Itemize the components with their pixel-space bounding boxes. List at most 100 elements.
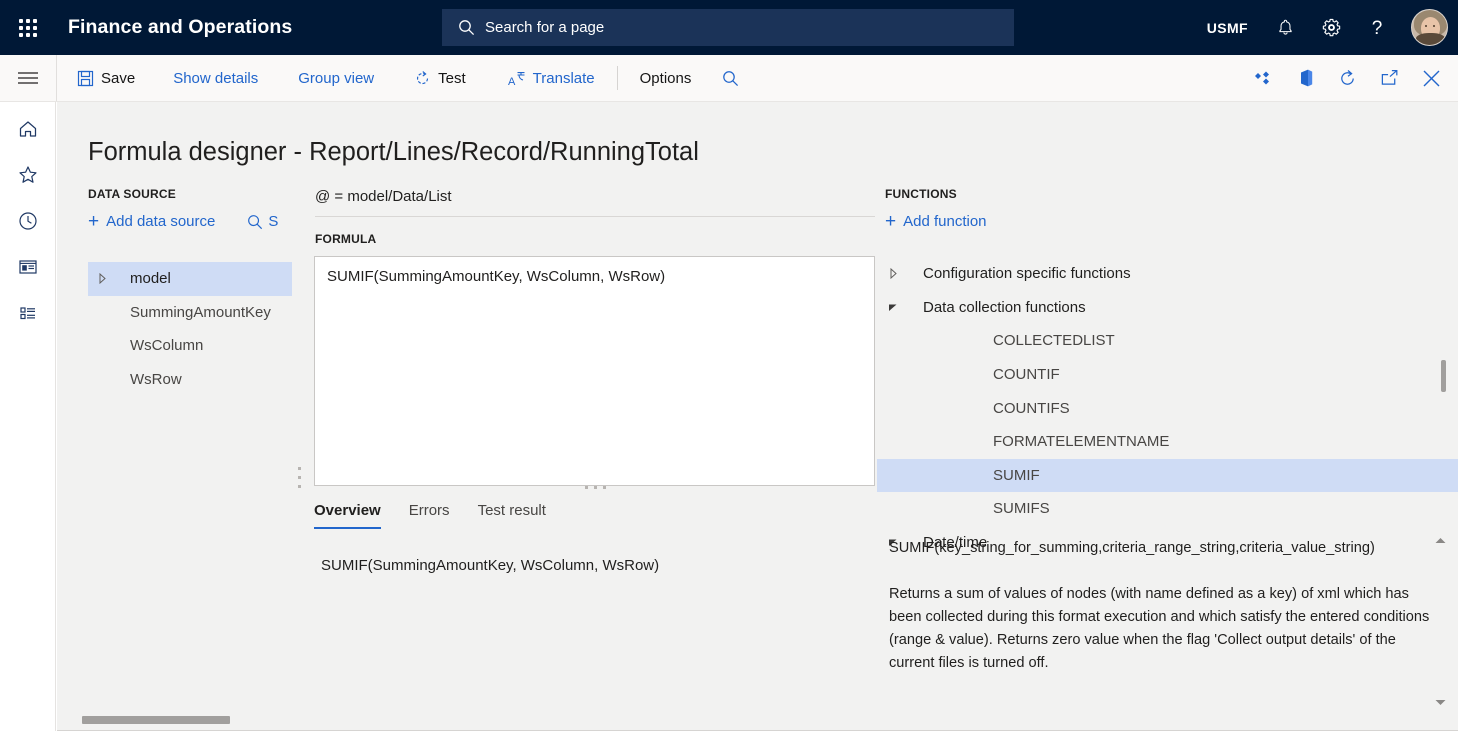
- show-details-button[interactable]: Show details: [161, 55, 270, 101]
- formula-editor[interactable]: SUMIF(SummingAmountKey, WsColumn, WsRow): [314, 256, 875, 486]
- tab-test-result[interactable]: Test result: [478, 502, 546, 529]
- add-data-source-label: Add data source: [106, 213, 216, 230]
- command-bar: Save Show details Group view Test A Tran…: [0, 55, 1458, 102]
- global-search-placeholder: Search for a page: [485, 19, 605, 36]
- data-source-search-button[interactable]: S: [247, 213, 278, 230]
- gear-icon[interactable]: [1308, 0, 1354, 55]
- fn-item-label: FORMATELEMENTNAME: [993, 433, 1170, 451]
- fn-item-label: SUMIF: [993, 466, 1040, 484]
- tree-item-wsrow[interactable]: WsRow: [88, 363, 292, 397]
- binding-path-text: @ = model/Data/List: [315, 188, 875, 217]
- office-app-icon[interactable]: [1284, 55, 1326, 101]
- global-search-box[interactable]: Search for a page: [442, 9, 1014, 46]
- horizontal-scrollbar-track[interactable]: [57, 716, 1458, 724]
- svg-text:A: A: [508, 76, 516, 87]
- fn-group-configuration-specific-functions[interactable]: Configuration specific functions: [877, 257, 1458, 291]
- app-title: Finance and Operations: [68, 16, 293, 38]
- collapsed-caret-icon[interactable]: [88, 273, 116, 285]
- test-button[interactable]: Test: [402, 55, 478, 101]
- save-button[interactable]: Save: [65, 55, 147, 101]
- group-view-label: Group view: [298, 69, 375, 87]
- svg-text:?: ?: [1372, 18, 1383, 39]
- functions-tree-scrollbar-track[interactable]: [1441, 257, 1446, 567]
- fn-group-label: Data collection functions: [923, 298, 1086, 316]
- company-selector[interactable]: USMF: [1193, 0, 1262, 55]
- fn-group-data-collection-functions[interactable]: Data collection functions: [877, 291, 1458, 325]
- tree-item-label: WsRow: [130, 370, 182, 388]
- question-mark-icon[interactable]: ?: [1354, 0, 1400, 55]
- formula-section-label: FORMULA: [315, 232, 377, 246]
- fn-item-sumif[interactable]: SUMIF: [877, 458, 1458, 493]
- fn-item-label: SUMIFS: [993, 500, 1050, 518]
- tree-item-label: model: [130, 270, 171, 288]
- data-source-section-label: DATA SOURCE: [88, 187, 176, 201]
- app-header: Finance and Operations Search for a page…: [0, 0, 1458, 55]
- data-source-tree: model SummingAmountKey WsColumn WsRow: [88, 262, 292, 396]
- personalize-diamond-icon[interactable]: [1242, 55, 1284, 101]
- data-source-actions: + Add data source S: [88, 212, 278, 231]
- tree-item-wscolumn[interactable]: WsColumn: [88, 329, 292, 363]
- fn-item-collectedlist[interactable]: COLLECTEDLIST: [877, 324, 1458, 358]
- add-data-source-button[interactable]: + Add data source: [88, 212, 215, 231]
- user-avatar[interactable]: [1400, 0, 1458, 55]
- app-launcher-icon[interactable]: [0, 0, 56, 55]
- test-refresh-icon: [414, 70, 431, 87]
- tree-item-label: SummingAmountKey: [130, 303, 271, 321]
- collapsed-caret-icon[interactable]: [877, 268, 909, 280]
- tree-item-label: WsColumn: [130, 337, 204, 355]
- tab-errors[interactable]: Errors: [409, 502, 450, 529]
- expanded-caret-icon[interactable]: [877, 303, 909, 312]
- horizontal-scrollbar-thumb[interactable]: [82, 716, 230, 724]
- translate-icon: A: [508, 70, 526, 87]
- overview-text: SUMIF(SummingAmountKey, WsColumn, WsRow): [321, 557, 660, 574]
- fn-item-label: COUNTIF: [993, 366, 1060, 384]
- save-floppy-icon: [77, 70, 94, 87]
- command-search-icon[interactable]: [709, 55, 751, 101]
- tree-item-model[interactable]: model: [88, 262, 292, 296]
- show-details-label: Show details: [173, 69, 259, 87]
- header-right-cluster: USMF ?: [1193, 0, 1458, 55]
- fn-item-label: COLLECTEDLIST: [993, 332, 1115, 350]
- functions-section-label: FUNCTIONS: [885, 187, 957, 201]
- rail-home-icon[interactable]: [0, 106, 56, 152]
- functions-tree-scrollbar-thumb[interactable]: [1441, 360, 1446, 392]
- add-function-button[interactable]: + Add function: [885, 212, 987, 231]
- translate-label: Translate: [532, 69, 595, 87]
- refresh-icon[interactable]: [1326, 55, 1368, 101]
- data-source-search-label: S: [268, 213, 279, 230]
- tab-overview[interactable]: Overview: [314, 502, 381, 529]
- save-button-label: Save: [101, 69, 136, 87]
- fn-item-formatelementname[interactable]: FORMATELEMENTNAME: [877, 425, 1458, 459]
- hamburger-menu-icon[interactable]: [0, 55, 56, 101]
- rail-modules-list-icon[interactable]: [0, 290, 56, 336]
- panel-splitter-handle[interactable]: [295, 462, 303, 492]
- rail-workspaces-icon[interactable]: [0, 244, 56, 290]
- formula-resize-handle[interactable]: [565, 482, 625, 492]
- open-in-new-window-icon[interactable]: [1368, 55, 1410, 101]
- command-bar-divider: [56, 55, 57, 101]
- translate-button[interactable]: A Translate: [496, 55, 607, 101]
- fn-item-countifs[interactable]: COUNTIFS: [877, 391, 1458, 425]
- chevron-down-icon[interactable]: [1430, 692, 1450, 712]
- main-content: Formula designer - Report/Lines/Record/R…: [57, 102, 1458, 731]
- search-icon: [247, 214, 263, 230]
- test-button-label: Test: [438, 69, 466, 87]
- rail-favorites-star-icon[interactable]: [0, 152, 56, 198]
- functions-tree: Configuration specific functions Data co…: [877, 257, 1458, 567]
- rail-recent-clock-icon[interactable]: [0, 198, 56, 244]
- bell-icon[interactable]: [1262, 0, 1308, 55]
- fn-item-sumifs[interactable]: SUMIFS: [877, 492, 1458, 526]
- plus-icon: +: [88, 211, 100, 232]
- function-description-pane: SUMIF(key_string_for_summing,criteria_ra…: [877, 527, 1458, 731]
- function-signature: SUMIF(key_string_for_summing,criteria_ra…: [889, 540, 1375, 556]
- fn-item-label: COUNTIFS: [993, 399, 1070, 417]
- add-function-label: Add function: [903, 213, 987, 230]
- group-view-button[interactable]: Group view: [286, 55, 386, 101]
- tree-item-summingamountkey[interactable]: SummingAmountKey: [88, 296, 292, 330]
- close-icon[interactable]: [1410, 55, 1452, 101]
- chevron-up-icon[interactable]: [1430, 530, 1450, 550]
- search-icon: [458, 19, 475, 36]
- fn-item-countif[interactable]: COUNTIF: [877, 358, 1458, 392]
- plus-icon: +: [885, 211, 897, 232]
- options-button[interactable]: Options: [628, 55, 704, 101]
